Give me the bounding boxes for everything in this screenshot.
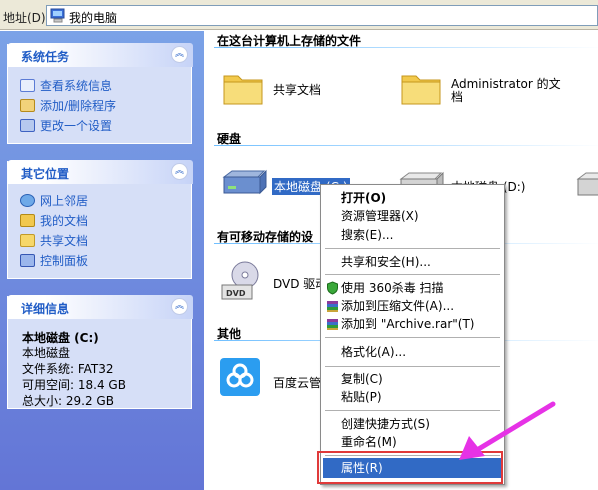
menu-separator <box>325 274 500 275</box>
address-bar: 地址(D) 我的电脑 <box>0 0 598 30</box>
menu-explorer[interactable]: 资源管理器(X) <box>323 206 502 226</box>
place-my-documents[interactable]: 我的文档 <box>20 212 88 229</box>
detail-free-space: 可用空间: 18.4 GB <box>22 378 126 392</box>
control-panel-icon <box>20 254 35 267</box>
svg-text:DVD: DVD <box>226 289 246 298</box>
left-task-pane: 系统任务 ︽ 查看系统信息 添加/删除程序 更改一个设置 其它位置 ︽ 网上邻居 我… <box>0 31 204 490</box>
menu-separator <box>325 337 500 338</box>
system-tasks-header[interactable]: 系统任务 ︽ <box>8 43 193 67</box>
panel-title: 系统任务 <box>21 50 70 64</box>
dvd-drive-icon: DVD <box>221 261 259 300</box>
task-change-setting[interactable]: 更改一个设置 <box>20 117 112 134</box>
collapse-icon[interactable]: ︽ <box>171 46 188 63</box>
system-info-icon <box>20 79 35 92</box>
detail-filesystem: 文件系统: FAT32 <box>22 362 114 376</box>
section-divider <box>214 145 598 146</box>
other-places-header[interactable]: 其它位置 ︽ <box>8 160 193 184</box>
details-header[interactable]: 详细信息 ︽ <box>8 295 193 319</box>
menu-sharing-security[interactable]: 共享和安全(H)... <box>323 252 502 272</box>
menu-copy[interactable]: 复制(C) <box>323 369 502 389</box>
collapse-icon[interactable]: ︽ <box>171 298 188 315</box>
hard-drive-icon <box>576 172 598 196</box>
panel-title: 其它位置 <box>21 167 70 181</box>
folder-icon <box>20 234 35 247</box>
place-control-panel[interactable]: 控制面板 <box>20 252 88 269</box>
place-shared-documents[interactable]: 共享文档 <box>20 232 88 249</box>
menu-format[interactable]: 格式化(A)... <box>323 342 502 362</box>
menu-add-to-archive-rar[interactable]: 添加到 "Archive.rar"(T) <box>323 314 502 334</box>
administrator-documents-folder[interactable]: Administrator 的文 <box>451 75 561 92</box>
annotation-arrow-icon <box>459 401 556 460</box>
menu-search[interactable]: 搜索(E)... <box>323 225 502 245</box>
other-places-panel: 其它位置 ︽ 网上邻居 我的文档 共享文档 控制面板 <box>7 160 193 279</box>
documents-icon <box>20 214 35 227</box>
add-remove-icon <box>20 99 35 112</box>
menu-open[interactable]: 打开(O) <box>323 188 502 208</box>
folder-icon <box>223 75 263 105</box>
detail-total-size: 总大小: 29.2 GB <box>22 394 114 408</box>
baidu-cloud-item[interactable]: 百度云管 <box>273 374 321 391</box>
details-panel: 详细信息 ︽ 本地磁盘 (C:) 本地磁盘 文件系统: FAT32 可用空间: 1… <box>7 295 193 409</box>
address-label: 地址(D) <box>3 11 46 25</box>
menu-separator <box>325 366 500 367</box>
panel-title: 详细信息 <box>21 302 70 316</box>
section-divider <box>214 47 598 48</box>
control-panel-icon <box>20 119 35 132</box>
my-computer-icon <box>50 8 65 23</box>
detail-type: 本地磁盘 <box>22 346 71 360</box>
address-value: 我的电脑 <box>69 11 118 25</box>
folder-icon <box>401 75 441 105</box>
collapse-icon[interactable]: ︽ <box>171 163 188 180</box>
administrator-documents-folder-line2: 档 <box>451 90 464 104</box>
menu-separator <box>325 248 500 249</box>
menu-add-to-archive[interactable]: 添加到压缩文件(A)... <box>323 296 502 316</box>
place-network[interactable]: 网上邻居 <box>20 192 88 209</box>
menu-scan-360[interactable]: 使用 360杀毒 扫描 <box>323 278 502 298</box>
network-icon <box>20 194 35 207</box>
task-add-remove-programs[interactable]: 添加/删除程序 <box>20 97 116 114</box>
hard-drive-icon <box>222 169 267 195</box>
task-view-system-info[interactable]: 查看系统信息 <box>20 77 112 94</box>
shared-documents-folder[interactable]: 共享文档 <box>273 81 321 98</box>
address-input[interactable]: 我的电脑 <box>46 5 598 26</box>
system-tasks-panel: 系统任务 ︽ 查看系统信息 添加/删除程序 更改一个设置 <box>7 43 193 144</box>
baidu-cloud-icon <box>220 358 260 396</box>
